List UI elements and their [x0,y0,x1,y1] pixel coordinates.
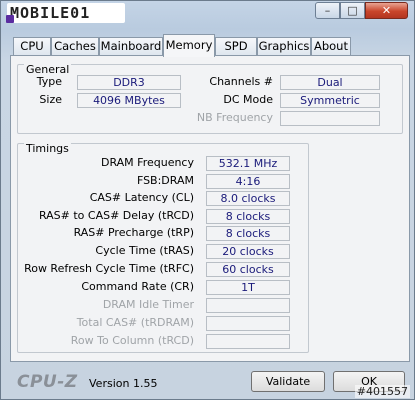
cycle-time-label: Cycle Time (tRAS) [95,244,194,257]
fsb-dram-label: FSB:DRAM [136,174,194,187]
command-rate-value: 1T [206,280,290,295]
tab-about[interactable]: About [311,37,351,56]
dc-mode-label: DC Mode [223,93,273,106]
row-refresh-label: Row Refresh Cycle Time (tRFC) [24,262,194,275]
validate-button[interactable]: Validate [251,371,325,392]
total-cas-value [206,316,290,331]
title-bar[interactable]: MOBILE01 – □ ✕ [1,1,414,27]
type-label: Type [36,75,62,88]
size-value: 4096 MBytes [77,93,181,108]
timings-title: Timings [24,142,71,155]
tab-cpu[interactable]: CPU [13,37,51,56]
mobile01-logo: MOBILE01 [7,3,125,23]
type-value: DDR3 [77,75,181,90]
size-label: Size [39,93,62,106]
tab-mainboard[interactable]: Mainboard [99,37,163,56]
nb-frequency-label: NB Frequency [196,111,273,124]
tab-graphics[interactable]: Graphics [257,37,311,56]
ras-to-cas-label: RAS# to CAS# Delay (tRCD) [38,209,194,222]
memory-panel: General Type DDR3 Size 4096 MBytes Chann… [10,55,410,362]
window-controls: – □ ✕ [315,2,408,20]
fsb-dram-value: 4:16 [206,174,290,189]
channels-label: Channels # [209,75,273,88]
minimize-button[interactable]: – [315,2,340,19]
channels-value: Dual [280,75,380,90]
general-title: General [24,63,72,76]
maximize-button[interactable]: □ [340,2,365,19]
timings-group: Timings DRAM Frequency 532.1 MHz FSB:DRA… [17,143,309,353]
cas-latency-label: CAS# Latency (CL) [89,191,194,204]
dram-frequency-label: DRAM Frequency [100,156,194,169]
cas-latency-value: 8.0 clocks [206,191,290,206]
row-to-column-label: Row To Column (tRCD) [70,334,194,347]
logo-accent [6,15,14,23]
row-to-column-value [206,334,290,349]
nb-frequency-value [280,111,380,126]
ras-precharge-label: RAS# Precharge (tRP) [73,226,194,239]
cycle-time-value: 20 clocks [206,244,290,259]
tab-caches[interactable]: Caches [51,37,99,56]
command-rate-label: Command Rate (CR) [81,280,194,293]
tab-memory[interactable]: Memory [163,34,215,57]
watermark-id: #401557 [354,385,410,398]
dram-frequency-value: 532.1 MHz [206,156,290,171]
row-refresh-value: 60 clocks [206,262,290,277]
footer-bar: CPU-Z Version 1.55 Validate OK [1,363,414,401]
dram-idle-timer-value [206,298,290,313]
cpuz-brand: CPU-Z [17,372,78,392]
dc-mode-value: Symmetric [280,93,380,108]
tab-spd[interactable]: SPD [215,37,257,56]
ras-precharge-value: 8 clocks [206,226,290,241]
ras-to-cas-value: 8 clocks [206,209,290,224]
total-cas-label: Total CAS# (tRDRAM) [76,316,194,329]
close-button[interactable]: ✕ [365,2,408,19]
general-group: General Type DDR3 Size 4096 MBytes Chann… [17,64,403,134]
version-label: Version 1.55 [89,377,158,390]
cpuz-window: MOBILE01 – □ ✕ CPU Caches Mainboard Memo… [0,0,415,400]
dram-idle-timer-label: DRAM Idle Timer [102,298,194,311]
